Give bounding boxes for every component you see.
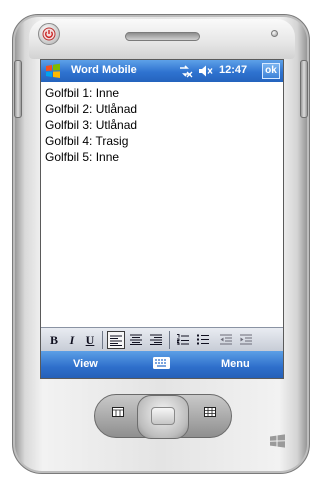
underline-button[interactable]: U [81, 331, 99, 349]
power-button[interactable] [38, 23, 60, 45]
format-toolbar: B I U [41, 327, 283, 351]
hardware-controls [40, 382, 284, 442]
toolbar-divider [169, 331, 170, 349]
toolbar-divider [102, 331, 103, 349]
align-left-icon [110, 335, 122, 346]
align-left-button[interactable] [107, 331, 125, 349]
document-line[interactable]: Golfbil 3: Utlånad [45, 117, 281, 133]
right-side-button[interactable] [300, 60, 308, 118]
document-line[interactable]: Golfbil 2: Utlånad [45, 101, 281, 117]
contacts-icon [204, 407, 216, 417]
clock[interactable]: 12:47 [219, 64, 247, 76]
document-body[interactable]: Golfbil 1: Inne Golfbil 2: Utlånad Golfb… [45, 85, 281, 165]
bold-button[interactable]: B [45, 331, 63, 349]
left-side-button[interactable] [14, 60, 22, 118]
menu-softkey[interactable]: Menu [221, 358, 250, 370]
document-line[interactable]: Golfbil 5: Inne [45, 149, 281, 165]
app-title: Word Mobile [71, 64, 137, 76]
document-line[interactable]: Golfbil 4: Trasig [45, 133, 281, 149]
increase-indent-button[interactable] [237, 331, 255, 349]
align-center-icon [130, 334, 142, 345]
align-right-button[interactable] [147, 331, 165, 349]
notification-led [271, 30, 278, 37]
numbered-list-button[interactable] [174, 331, 192, 349]
speaker-grille [125, 32, 200, 41]
windows-flag-icon[interactable] [44, 62, 62, 80]
decrease-indent-icon [220, 334, 232, 345]
right-hardware-key[interactable] [195, 400, 225, 424]
title-bar: Word Mobile 12:47 ok [41, 60, 283, 82]
view-softkey[interactable]: View [73, 358, 98, 370]
numbered-list-icon [177, 334, 189, 345]
italic-button[interactable]: I [63, 331, 81, 349]
ok-button[interactable]: ok [262, 63, 280, 79]
keyboard-icon[interactable] [153, 357, 170, 369]
decrease-indent-button[interactable] [217, 331, 235, 349]
connectivity-icon[interactable] [178, 64, 193, 78]
windows-flag-icon [270, 434, 285, 448]
bulleted-list-button[interactable] [194, 331, 212, 349]
power-icon [42, 27, 56, 41]
device-screen: Word Mobile 12:47 ok Golfbil 1: Inne Gol… [40, 59, 284, 379]
left-hardware-key[interactable] [103, 400, 133, 424]
directional-pad[interactable] [137, 395, 189, 439]
softkey-bar: View Menu [41, 351, 283, 378]
calendar-icon [112, 407, 124, 417]
align-right-icon [150, 334, 162, 345]
document-line[interactable]: Golfbil 1: Inne [45, 85, 281, 101]
increase-indent-icon [240, 334, 252, 345]
bulleted-list-icon [197, 334, 209, 345]
speaker-muted-icon[interactable] [198, 64, 213, 78]
align-center-button[interactable] [127, 331, 145, 349]
action-button[interactable] [151, 407, 175, 425]
